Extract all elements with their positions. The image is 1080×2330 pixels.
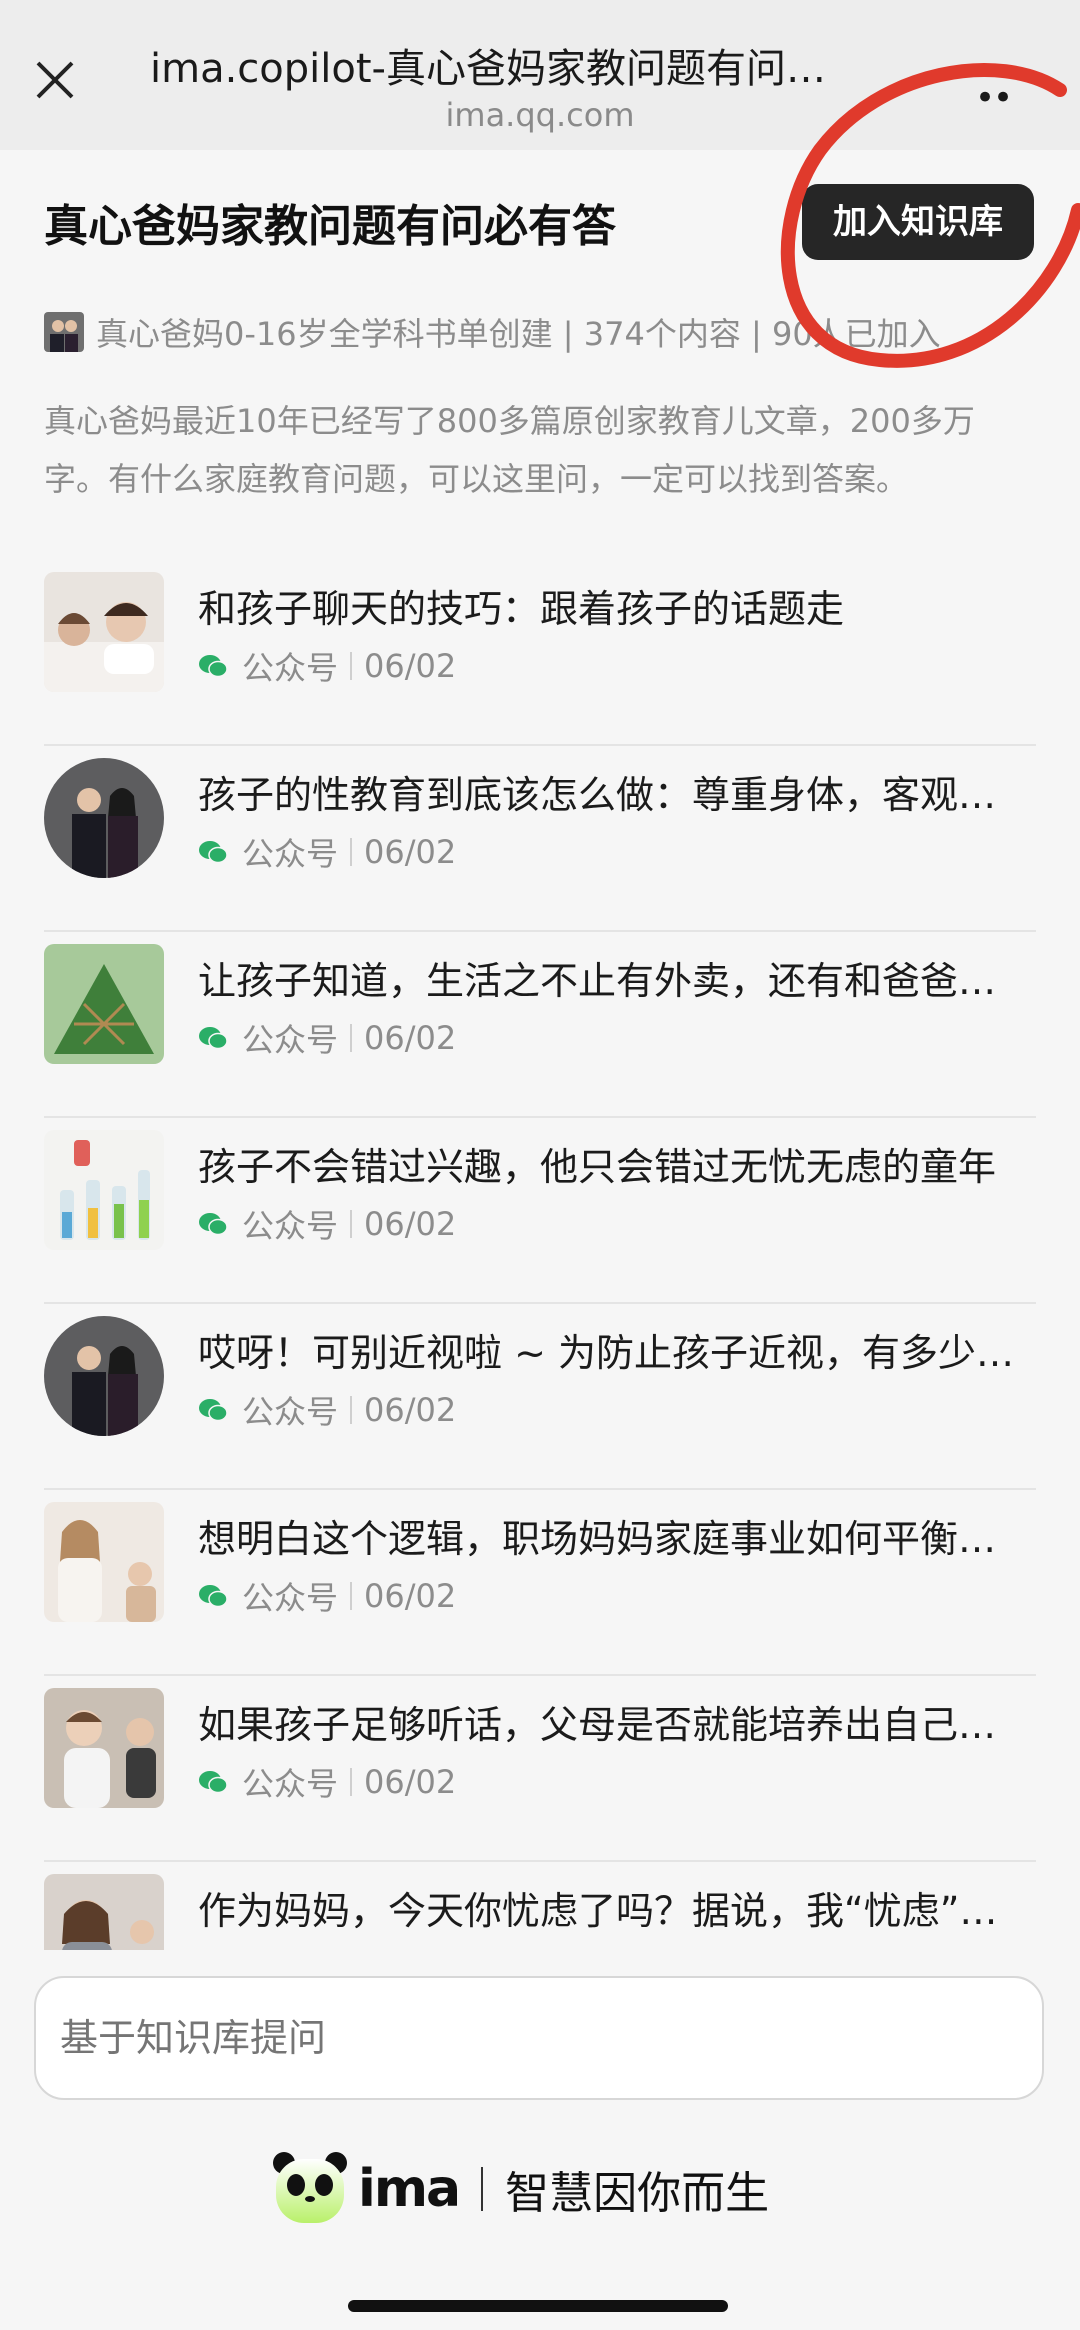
article-title: 孩子不会错过兴趣，他只会错过无忧无虑的童年 [198,1145,997,1189]
ask-knowledge-base-input[interactable] [34,1976,1044,2100]
meta-divider [350,838,353,866]
wechat-icon [199,1399,228,1422]
wechat-icon [199,1027,228,1050]
article-meta: 公众号 06/02 [198,1574,456,1618]
article-meta: 公众号 06/02 [198,1760,456,1804]
creator-meta-row: 真心爸妈0-16岁全学科书单创建 | 374个内容 | 90人已加入 [44,310,941,354]
panda-logo-icon [273,2152,347,2223]
article-thumbnail [44,1130,164,1250]
article-meta: 公众号 06/02 [198,1016,456,1060]
home-indicator[interactable] [348,2300,728,2312]
article-thumbnail [44,572,164,692]
knowledge-base-title: 真心爸妈家教问题有问必有答 [44,201,616,252]
article-item[interactable]: 如果孩子足够听话，父母是否就能培养出自己… 公众号 06/02 [0,1676,1080,1862]
article-meta: 公众号 06/02 [198,1202,456,1246]
article-title: 作为妈妈，今天你忧虑了吗？据说，我“忧虑”… [198,1889,998,1933]
brand-slogan: 智慧因你而生 [505,2168,770,2219]
article-thumbnail [44,944,164,1064]
page-title: ima.copilot-真心爸妈家教问题有问… [150,46,826,92]
wechat-icon [199,1213,228,1236]
wechat-icon [199,1771,228,1794]
article-title: 哎呀！可别近视啦 ~ 为防止孩子近视，有多少… [198,1331,1015,1375]
article-thumbnail [44,1688,164,1808]
article-date: 06/02 [364,1577,457,1615]
article-thumbnail [44,1316,164,1436]
article-meta: 公众号 06/02 [198,830,456,874]
page-url: ima.qq.com [445,96,635,134]
meta-divider [350,652,353,680]
article-meta: 公众号 06/02 [198,1388,456,1432]
article-source: 公众号 [242,649,339,687]
ima-logo-text: ima [358,2159,461,2219]
article-source: 公众号 [242,1021,339,1059]
article-date: 06/02 [364,1391,457,1429]
article-title: 如果孩子足够听话，父母是否就能培养出自己… [198,1703,997,1747]
article-date: 06/02 [364,1205,457,1243]
article-item[interactable]: 孩子不会错过兴趣，他只会错过无忧无虑的童年 公众号 06/02 [0,1118,1080,1304]
article-title: 让孩子知道，生活之不止有外卖，还有和爸爸… [198,959,997,1003]
article-date: 06/02 [364,647,457,685]
article-thumbnail [44,1874,164,1950]
creator-meta-text: 真心爸妈0-16岁全学科书单创建 | 374个内容 | 90人已加入 [96,315,941,353]
wechat-icon [199,841,228,864]
article-title: 孩子的性教育到底该怎么做：尊重身体，客观… [198,773,997,817]
article-source: 公众号 [242,1579,339,1617]
article-item[interactable]: 让孩子知道，生活之不止有外卖，还有和爸爸… 公众号 06/02 [0,932,1080,1118]
article-title: 和孩子聊天的技巧：跟着孩子的话题走 [198,587,845,631]
article-item[interactable]: 作为妈妈，今天你忧虑了吗？据说，我“忧虑”… [0,1862,1080,1950]
article-source: 公众号 [242,1207,339,1245]
article-date: 06/02 [364,1763,457,1801]
browser-top-bar: ima.copilot-真心爸妈家教问题有问… ima.qq.com •• [0,0,1080,150]
article-thumbnail [44,758,164,878]
article-title: 想明白这个逻辑，职场妈妈家庭事业如何平衡… [198,1517,997,1561]
brand-divider [481,2167,484,2211]
join-knowledge-base-button[interactable]: 加入知识库 [802,184,1034,260]
wechat-icon [199,655,228,678]
article-item[interactable]: 想明白这个逻辑，职场妈妈家庭事业如何平衡… 公众号 06/02 [0,1490,1080,1676]
article-date: 06/02 [364,833,457,871]
creator-avatar [44,312,84,352]
article-item[interactable]: 孩子的性教育到底该怎么做：尊重身体，客观… 公众号 06/02 [0,746,1080,932]
meta-divider [350,1396,353,1424]
article-meta: 公众号 06/02 [198,644,456,688]
article-source: 公众号 [242,835,339,873]
article-item[interactable]: 和孩子聊天的技巧：跟着孩子的话题走 公众号 06/02 [0,560,1080,746]
article-thumbnail [44,1502,164,1622]
wechat-icon [199,1585,228,1608]
article-list: 和孩子聊天的技巧：跟着孩子的话题走 公众号 06/02 孩子的性教育到底该怎么做… [0,560,1080,1950]
article-date: 06/02 [364,1019,457,1057]
meta-divider [350,1024,353,1052]
more-icon[interactable]: •• [975,78,1013,118]
brand-footer: ima 智慧因你而生 [270,2144,769,2234]
article-item[interactable]: 哎呀！可别近视啦 ~ 为防止孩子近视，有多少… 公众号 06/02 [0,1304,1080,1490]
meta-divider [350,1582,353,1610]
meta-divider [350,1210,353,1238]
article-source: 公众号 [242,1393,339,1431]
knowledge-base-description: 真心爸妈最近10年已经写了800多篇原创家教育儿文章，200多万字。有什么家庭教… [44,402,975,498]
meta-divider [350,1768,353,1796]
article-source: 公众号 [242,1765,339,1803]
